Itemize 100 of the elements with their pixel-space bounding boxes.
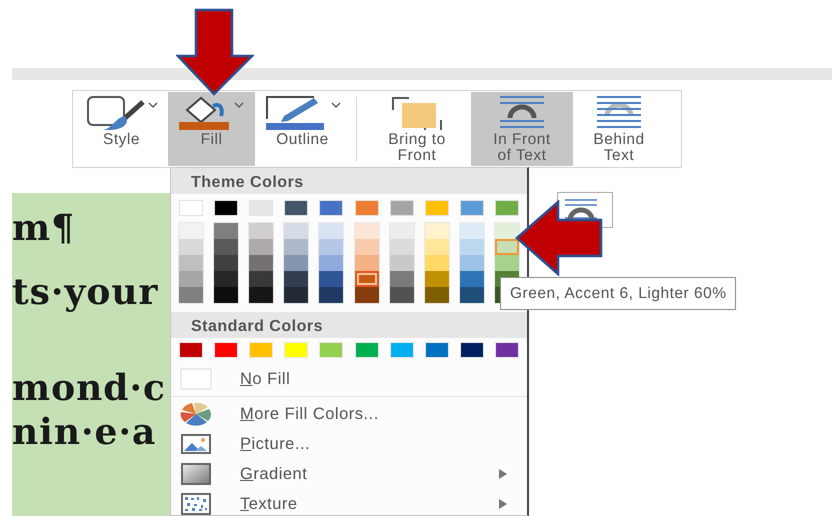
color-swatch[interactable] bbox=[354, 239, 379, 255]
color-swatch[interactable] bbox=[214, 255, 238, 271]
document-text: m¶ bbox=[12, 206, 76, 250]
color-swatch[interactable] bbox=[494, 239, 519, 255]
color-swatch[interactable] bbox=[179, 342, 203, 358]
ribbon-button[interactable]: Bring to Front bbox=[363, 92, 471, 166]
color-swatch[interactable] bbox=[249, 342, 274, 358]
color-swatch[interactable] bbox=[460, 342, 484, 358]
color-wheel-icon bbox=[180, 402, 212, 426]
color-swatch[interactable] bbox=[424, 271, 449, 287]
color-swatch[interactable] bbox=[494, 255, 519, 271]
color-swatch[interactable] bbox=[460, 200, 484, 216]
color-swatch[interactable] bbox=[284, 200, 308, 216]
ribbon-button[interactable]: Fill bbox=[168, 92, 255, 166]
color-swatch[interactable] bbox=[390, 255, 414, 271]
color-swatch[interactable] bbox=[284, 287, 308, 303]
image-icon bbox=[181, 434, 211, 454]
color-swatch[interactable] bbox=[354, 223, 379, 239]
shape-brush-icon bbox=[85, 94, 145, 130]
color-swatch[interactable] bbox=[460, 271, 484, 287]
color-swatch[interactable] bbox=[460, 255, 484, 271]
color-swatch[interactable] bbox=[249, 223, 274, 239]
color-swatch[interactable] bbox=[390, 239, 414, 255]
menu-item[interactable]: Picture... bbox=[171, 429, 527, 459]
document-text: mond·c bbox=[12, 366, 167, 410]
color-swatch[interactable] bbox=[319, 200, 344, 216]
color-swatch[interactable] bbox=[249, 271, 274, 287]
section-header: Theme Colors bbox=[171, 168, 527, 194]
color-swatch[interactable] bbox=[424, 200, 449, 216]
caret-icon bbox=[234, 102, 244, 108]
document-text: nin·e·a bbox=[12, 410, 158, 454]
color-swatch[interactable] bbox=[249, 287, 274, 303]
color-swatch[interactable] bbox=[179, 287, 203, 303]
color-swatch[interactable] bbox=[424, 239, 449, 255]
color-swatch[interactable] bbox=[354, 271, 379, 287]
color-swatch[interactable] bbox=[354, 287, 379, 303]
text-wrap-front-icon bbox=[500, 94, 544, 130]
color-swatch[interactable] bbox=[214, 287, 238, 303]
menu-item[interactable]: No Fill bbox=[171, 364, 527, 394]
color-swatch[interactable] bbox=[494, 200, 519, 216]
menu-item[interactable]: Gradient bbox=[171, 459, 527, 489]
ribbon-button[interactable]: Outline bbox=[255, 92, 350, 166]
color-swatch[interactable] bbox=[424, 342, 449, 358]
color-swatch[interactable] bbox=[214, 342, 238, 358]
color-swatch[interactable] bbox=[319, 271, 344, 287]
submenu-arrow-icon bbox=[499, 499, 507, 509]
color-swatch[interactable] bbox=[460, 239, 484, 255]
color-swatch[interactable] bbox=[214, 271, 238, 287]
color-swatch[interactable] bbox=[319, 223, 344, 239]
bring-to-front-icon bbox=[389, 94, 445, 130]
submenu-arrow-icon bbox=[499, 469, 507, 479]
ribbon-button[interactable]: Behind Text bbox=[573, 92, 665, 166]
color-swatch[interactable] bbox=[460, 287, 484, 303]
color-swatch[interactable] bbox=[424, 223, 449, 239]
color-swatch[interactable] bbox=[214, 200, 238, 216]
color-swatch[interactable] bbox=[284, 342, 308, 358]
ribbon-button[interactable]: Style bbox=[75, 92, 168, 166]
color-swatch[interactable] bbox=[179, 255, 203, 271]
color-swatch[interactable] bbox=[249, 255, 274, 271]
caret-icon bbox=[148, 102, 158, 108]
color-swatch[interactable] bbox=[390, 342, 414, 358]
caret-icon bbox=[331, 102, 341, 108]
color-swatch[interactable] bbox=[390, 271, 414, 287]
color-swatch[interactable] bbox=[319, 342, 344, 358]
color-swatch[interactable] bbox=[354, 342, 379, 358]
color-swatch[interactable] bbox=[424, 287, 449, 303]
color-swatch[interactable] bbox=[354, 200, 379, 216]
color-swatch[interactable] bbox=[179, 271, 203, 287]
color-swatch[interactable] bbox=[179, 200, 203, 216]
color-swatch[interactable] bbox=[284, 223, 308, 239]
color-swatch[interactable] bbox=[284, 271, 308, 287]
color-swatch[interactable] bbox=[319, 287, 344, 303]
color-swatch[interactable] bbox=[424, 255, 449, 271]
gradient-swatch-icon bbox=[181, 463, 211, 485]
color-swatch[interactable] bbox=[284, 239, 308, 255]
color-swatch[interactable] bbox=[179, 239, 203, 255]
color-swatch[interactable] bbox=[179, 223, 203, 239]
color-swatch[interactable] bbox=[390, 223, 414, 239]
color-swatch[interactable] bbox=[494, 223, 519, 239]
text-wrap-behind-icon bbox=[597, 94, 641, 130]
ribbon-button[interactable]: In Front of Text bbox=[471, 92, 573, 166]
color-swatch[interactable] bbox=[390, 287, 414, 303]
color-swatch[interactable] bbox=[354, 255, 379, 271]
color-swatch[interactable] bbox=[214, 239, 238, 255]
color-swatch[interactable] bbox=[319, 239, 344, 255]
document-text: ts·your bbox=[12, 270, 160, 314]
color-swatch[interactable] bbox=[284, 255, 308, 271]
color-swatch[interactable] bbox=[249, 239, 274, 255]
paint-bucket-icon bbox=[179, 94, 231, 130]
menu-item[interactable]: Texture bbox=[171, 489, 527, 516]
tooltip: Green, Accent 6, Lighter 60% bbox=[500, 277, 736, 310]
color-swatch[interactable] bbox=[214, 223, 238, 239]
color-swatch[interactable] bbox=[319, 255, 344, 271]
empty-swatch-icon bbox=[180, 368, 212, 390]
menu-item[interactable]: More Fill Colors... bbox=[171, 399, 527, 429]
color-swatch[interactable] bbox=[494, 342, 519, 358]
color-swatch[interactable] bbox=[390, 200, 414, 216]
color-swatch[interactable] bbox=[460, 223, 484, 239]
section-header: Standard Colors bbox=[171, 312, 527, 338]
color-swatch[interactable] bbox=[249, 200, 274, 216]
